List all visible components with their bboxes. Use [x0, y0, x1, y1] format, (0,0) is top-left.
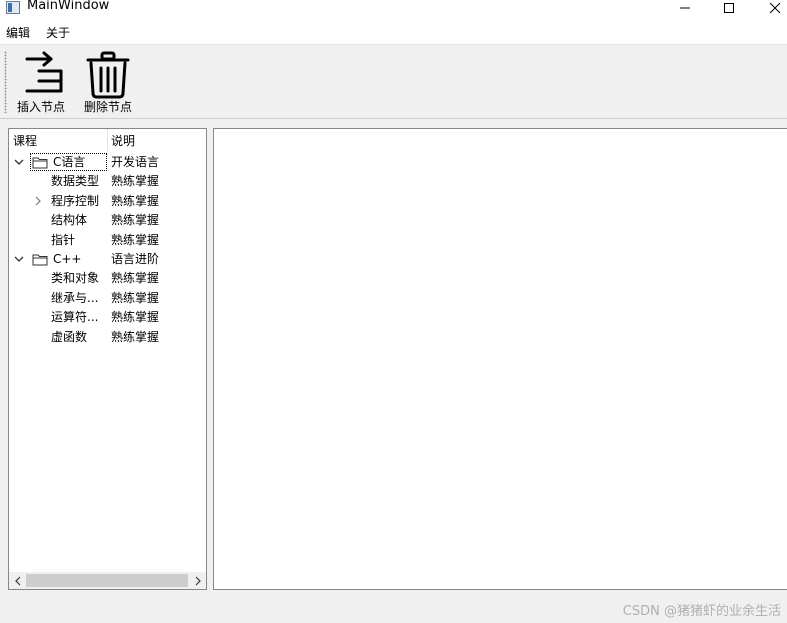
insert-node-button[interactable]: 插入节点 [13, 51, 69, 117]
tree-item-child[interactable]: 结构体 熟练掌握 [9, 211, 206, 230]
scrollbar-thumb[interactable] [26, 574, 188, 587]
tree-item-name: 类和对象 [51, 271, 100, 286]
tree-item-description: 熟练掌握 [111, 290, 160, 305]
tree-item-name: 运算符... [51, 310, 99, 325]
window-title: MainWindow [27, 0, 110, 13]
minimize-icon [680, 7, 690, 9]
tree-item-description: 熟练掌握 [111, 232, 160, 247]
course-tree[interactable]: 课程 说明 C语言 开发语言 数据类型 熟练掌握 程序控制 熟练掌握 结构体 熟练掌握 指针 熟练… [8, 128, 207, 590]
tree-item-top-level[interactable]: C语言 开发语言 [9, 153, 206, 172]
tree-item-description: 熟练掌握 [111, 174, 160, 189]
insert-node-icon [13, 51, 69, 99]
tree-item-name: 继承与... [51, 290, 99, 305]
chevron-right-icon [195, 576, 201, 585]
menu-bar: 编辑 关于 [0, 22, 787, 44]
status-bar: CSDN @猪猪虾的业余生活 [0, 590, 787, 623]
content-panel[interactable] [213, 128, 787, 590]
trash-icon [80, 51, 136, 99]
chevron-right-icon[interactable] [31, 194, 45, 208]
delete-node-label: 删除节点 [83, 100, 132, 114]
title-bar: MainWindow [0, 0, 787, 22]
chevron-down-icon[interactable] [12, 155, 26, 169]
tree-item-description: 语言进阶 [111, 252, 160, 266]
maximize-icon [724, 3, 734, 13]
tree-item-name: 指针 [51, 232, 76, 247]
toolbar: 插入节点 删除节点 [0, 44, 787, 119]
tree-item-description: 熟练掌握 [111, 329, 160, 344]
scroll-right-button[interactable] [189, 572, 206, 589]
tree-item-top-level[interactable]: C++ 语言进阶 [9, 250, 206, 269]
tree-header: 课程 说明 [9, 129, 206, 152]
tree-item-child[interactable]: 虚函数 熟练掌握 [9, 328, 206, 347]
tree-item-description: 开发语言 [111, 155, 160, 169]
scroll-left-button[interactable] [9, 572, 26, 589]
tree-item-name: 数据类型 [51, 174, 100, 189]
toolbar-grip[interactable] [4, 51, 7, 113]
tree-item-child[interactable]: 类和对象 熟练掌握 [9, 269, 206, 288]
column-header-course[interactable]: 课程 [13, 133, 37, 149]
folder-icon [32, 253, 48, 266]
tree-item-name: C++ [53, 252, 82, 266]
tree-item-child[interactable]: 数据类型 熟练掌握 [9, 172, 206, 191]
tree-item-name: 虚函数 [51, 329, 88, 344]
chevron-left-icon [14, 576, 20, 585]
header-divider[interactable] [107, 129, 108, 152]
tree-item-description: 熟练掌握 [111, 213, 160, 228]
tree-item-child[interactable]: 程序控制 熟练掌握 [9, 192, 206, 211]
folder-icon [32, 156, 48, 169]
tree-item-description: 熟练掌握 [111, 310, 160, 325]
minimize-button[interactable] [662, 0, 708, 16]
watermark: CSDN @猪猪虾的业余生活 [622, 604, 781, 619]
menu-edit[interactable]: 编辑 [6, 25, 30, 41]
tree-item-name: 程序控制 [51, 193, 100, 208]
tree-item-description: 熟练掌握 [111, 193, 160, 208]
tree-item-name: C语言 [53, 155, 86, 169]
tree-item-child[interactable]: 运算符... 熟练掌握 [9, 308, 206, 327]
insert-node-label: 插入节点 [16, 100, 65, 114]
chevron-down-icon[interactable] [12, 252, 26, 266]
delete-node-button[interactable]: 删除节点 [80, 51, 136, 117]
close-button[interactable] [752, 0, 787, 16]
maximize-button[interactable] [706, 0, 752, 16]
menu-about[interactable]: 关于 [46, 25, 70, 41]
close-icon [769, 2, 781, 14]
tree-item-child[interactable]: 继承与... 熟练掌握 [9, 289, 206, 308]
app-icon [6, 1, 20, 14]
horizontal-scrollbar[interactable] [9, 572, 206, 589]
tree-item-child[interactable]: 指针 熟练掌握 [9, 231, 206, 250]
tree-item-description: 熟练掌握 [111, 271, 160, 286]
tree-item-name: 结构体 [51, 213, 88, 228]
column-header-description[interactable]: 说明 [111, 133, 135, 149]
